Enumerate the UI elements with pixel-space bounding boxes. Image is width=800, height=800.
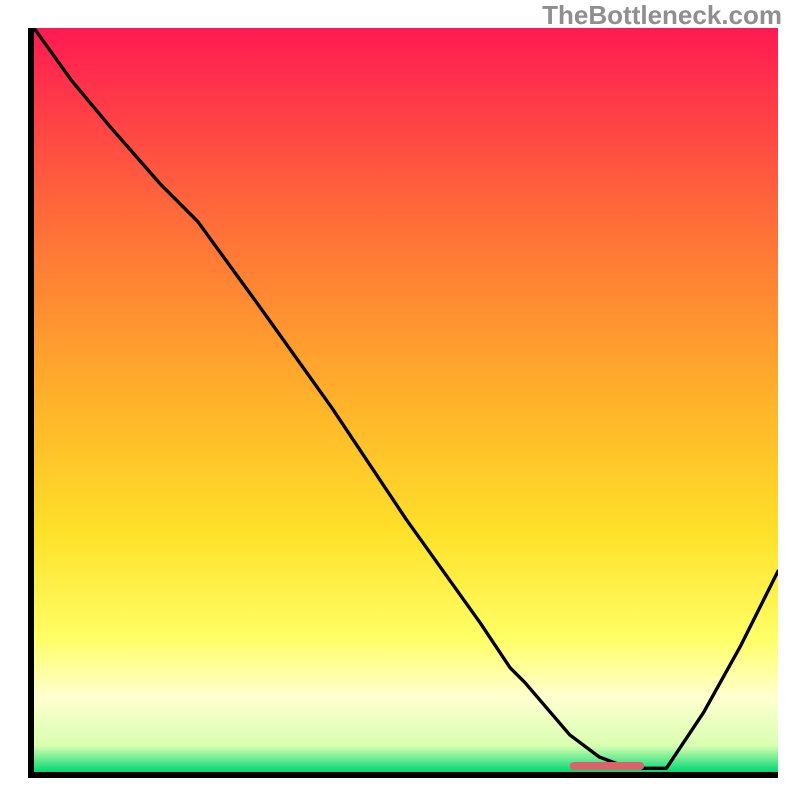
optimal-marker	[570, 762, 644, 770]
chart-plot-area	[28, 28, 778, 778]
heat-background	[34, 28, 778, 772]
chart-svg	[34, 28, 778, 772]
watermark-text: TheBottleneck.com	[542, 0, 782, 31]
